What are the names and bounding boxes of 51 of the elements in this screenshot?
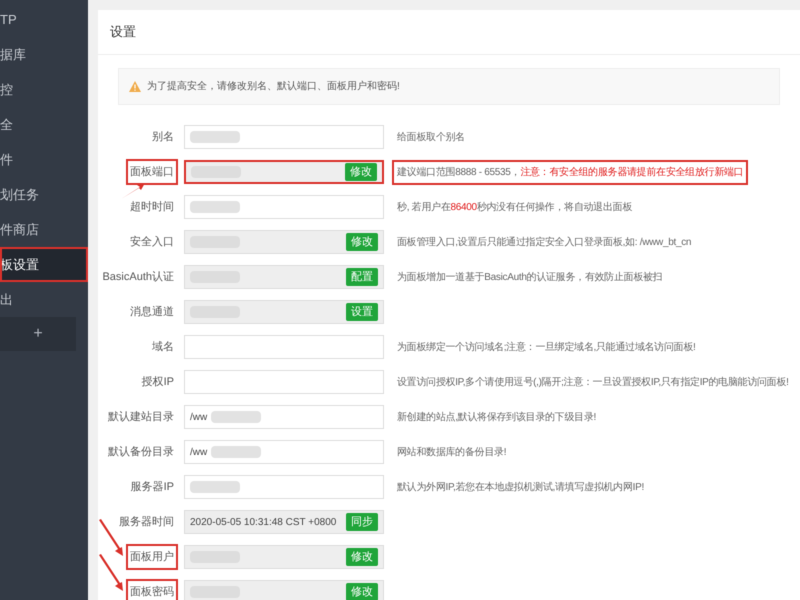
blurred-value [211, 446, 262, 458]
field-hint: 建议端口范围8888 - 65535，注意：有安全组的服务器请提前在安全组放行新端口 [392, 160, 748, 184]
blurred-value [190, 481, 240, 493]
field-hint: 秒, 若用户在86400秒内没有任何操作，将自动退出面板 [396, 200, 633, 214]
field-hint: 为面板增加一道基于BasicAuth的认证服务，有效防止面板被扫 [396, 270, 664, 284]
field-label: BasicAuth认证 [101, 270, 175, 285]
page-title: 设置 [110, 23, 136, 42]
warning-icon [129, 81, 141, 92]
sidebar-item[interactable]: 全 [0, 107, 88, 142]
blurred-value [190, 131, 240, 143]
field-label: 授权IP [140, 374, 175, 390]
input-field[interactable] [184, 475, 384, 499]
field-hint: 设置访问授权IP,多个请使用逗号(,)隔开;注意：一旦设置授权IP,只有指定IP的电脑能访问面板! [396, 376, 790, 390]
sidebar-item[interactable]: 出 [0, 282, 88, 317]
field-label: 面板端口 [126, 158, 178, 186]
input-field[interactable] [184, 370, 384, 394]
field-hint: 网站和数据库的备份目录! [396, 446, 508, 460]
field-value: /ww [190, 446, 208, 460]
input-field[interactable] [184, 125, 384, 149]
field-label: 服务器时间 [118, 514, 175, 530]
field-label: 面板用户 [126, 544, 178, 570]
sidebar-item[interactable]: 划任务 [0, 177, 88, 212]
field-label: 别名 [151, 130, 175, 145]
field-label: 超时时间 [129, 200, 175, 215]
field-value: 2020-05-05 10:31:48 CST +0800 [190, 516, 336, 530]
sidebar-item[interactable]: TP [0, 2, 88, 37]
field-label: 默认建站目录 [107, 410, 175, 425]
field-value: /ww [190, 410, 208, 424]
field-label: 消息通道 [129, 304, 175, 320]
sidebar-item[interactable]: 控 [0, 72, 88, 107]
input-field[interactable] [184, 335, 384, 359]
field-hint: 面板管理入口,设置后只能通过指定安全入口登录面板,如: /www_bt_cn [396, 236, 692, 250]
field-label: 默认备份目录 [107, 444, 175, 460]
sidebar-item[interactable]: 件 [0, 142, 88, 177]
field-label: 安全入口 [129, 234, 175, 250]
blurred-value [211, 411, 262, 423]
alert-text: 为了提高安全，请修改别名、默认端口、面板用户和密码! [147, 80, 400, 94]
sidebar-item[interactable]: 件商店 [0, 212, 88, 247]
input-field[interactable]: /ww [184, 440, 384, 464]
field-hint: 新创建的站点,默认将保存到该目录的下级目录! [396, 410, 597, 424]
field-label: 域名 [151, 340, 175, 355]
input-field[interactable] [184, 195, 384, 219]
blurred-value [190, 201, 240, 213]
field-hint: 为面板绑定一个访问域名;注意：一旦绑定域名,只能通过域名访问面板! [396, 340, 696, 354]
sidebar-item[interactable]: 据库 [0, 37, 88, 72]
field-hint: 默认为外网IP,若您在本地虚拟机测试,请填写虚拟机内网IP! [396, 480, 645, 494]
field-label: 服务器IP [130, 480, 175, 495]
input-field[interactable]: /ww [184, 405, 384, 429]
field-hint: 给面板取个别名 [396, 130, 466, 144]
field-label: 面板密码 [126, 578, 178, 600]
add-button[interactable]: + [0, 317, 76, 351]
